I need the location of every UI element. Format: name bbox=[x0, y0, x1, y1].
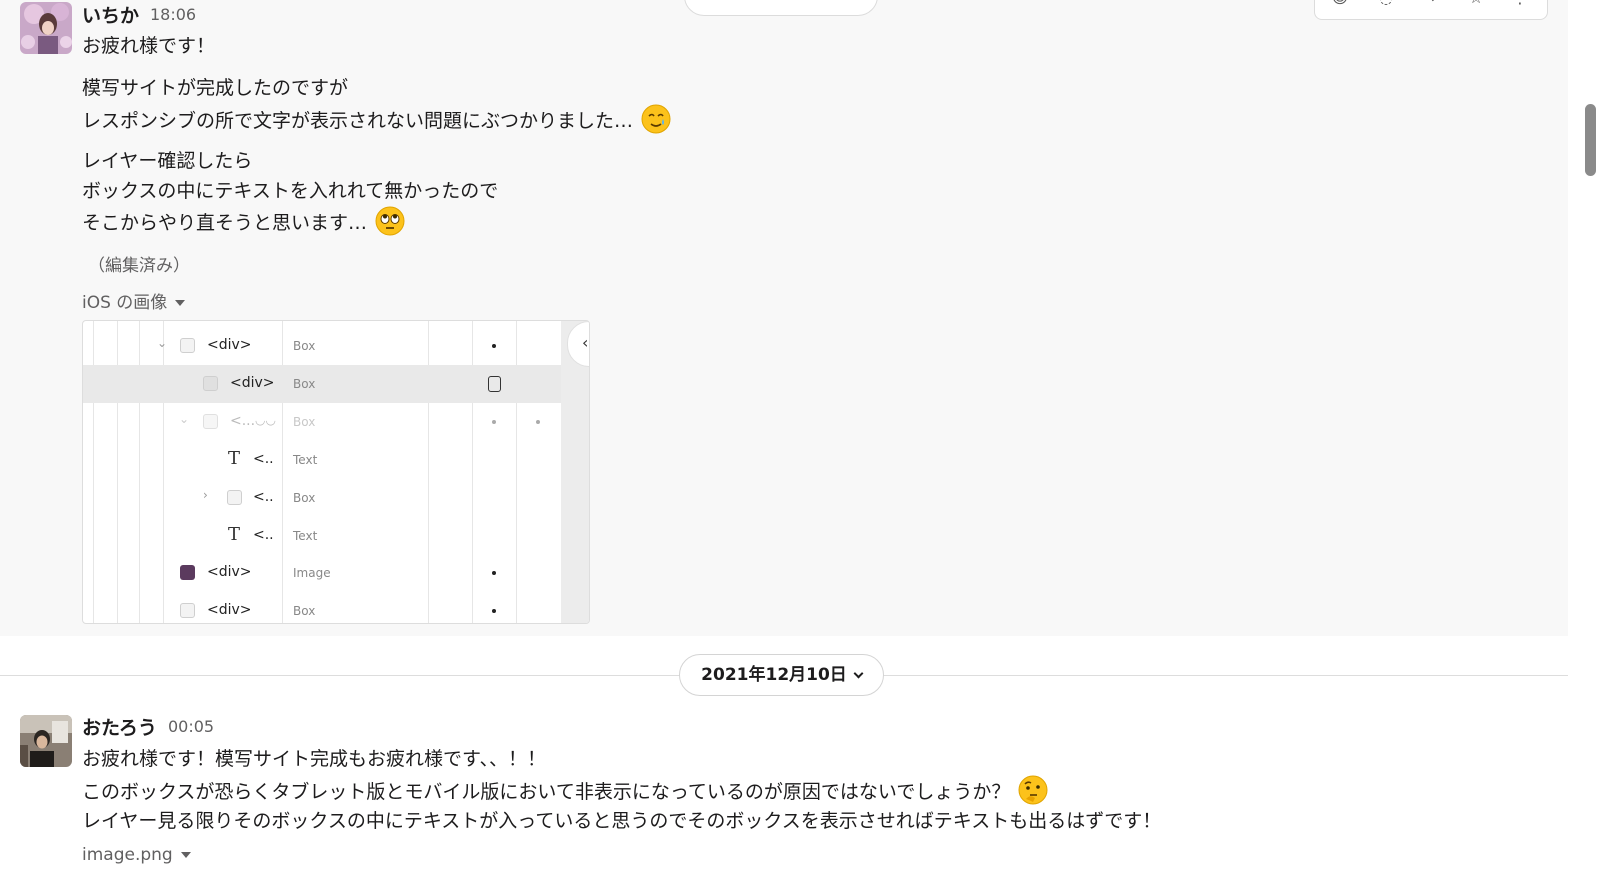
hidden-eye-icon: ◡◡ bbox=[255, 413, 276, 427]
message-timestamp[interactable]: 00:05 bbox=[168, 717, 214, 736]
visibility-dot bbox=[536, 420, 540, 424]
message-line-text: そこからやり直そうと思います… bbox=[82, 212, 368, 234]
caret-down-icon bbox=[175, 300, 186, 306]
image-layer-icon bbox=[180, 565, 195, 580]
message-line-with-emoji: そこからやり直そうと思います… bbox=[82, 206, 405, 236]
chevron-down-icon: ⌄ bbox=[157, 336, 168, 350]
attachment-toggle[interactable]: image.png bbox=[82, 845, 191, 865]
layer-row: ⌄ <div> Box bbox=[83, 327, 561, 365]
layer-type: Image bbox=[293, 566, 331, 580]
message-line-with-emoji: レスポンシブの所で文字が表示されない問題にぶつかりました… bbox=[82, 104, 671, 134]
text-layer-icon: T bbox=[228, 524, 241, 545]
chevron-down-icon bbox=[853, 668, 864, 679]
share-icon[interactable]: ↪ bbox=[1421, 0, 1439, 6]
layer-tag: <.. bbox=[253, 527, 274, 543]
layer-tag: <div> bbox=[230, 375, 275, 391]
message-actions-toolbar: ☺ ◌ ↪ ☆ ⋮ bbox=[1314, 0, 1548, 20]
thinking-face-icon bbox=[1018, 775, 1048, 805]
layer-type: Box bbox=[293, 491, 316, 505]
message-timestamp[interactable]: 18:06 bbox=[150, 5, 196, 24]
layer-row-hidden: ⌄ <... ◡◡ Box bbox=[83, 403, 561, 441]
layer-type: Box bbox=[293, 339, 316, 353]
bookmark-icon[interactable]: ☆ bbox=[1467, 0, 1485, 6]
layer-row: › <.. Box bbox=[83, 479, 561, 517]
visibility-dot bbox=[492, 609, 496, 613]
layer-tag: <.. bbox=[253, 451, 274, 467]
layer-tag: <div> bbox=[207, 564, 252, 580]
message-line: ボックスの中にテキストを入れれて無かったので bbox=[82, 180, 499, 202]
layer-row: T <.. Text bbox=[83, 517, 561, 555]
layer-tag: <... bbox=[230, 413, 256, 429]
date-divider-pill[interactable]: 2021年12月10日 bbox=[679, 654, 884, 696]
caret-down-icon bbox=[180, 852, 191, 858]
attachment-label: iOS の画像 bbox=[82, 293, 168, 313]
visibility-dot bbox=[492, 344, 496, 348]
face-with-rolling-eyes-icon bbox=[375, 206, 405, 236]
date-pill-top[interactable] bbox=[684, 0, 878, 16]
text-layer-icon: T bbox=[228, 448, 241, 469]
message-line: お疲れ様です！模写サイト完成もお疲れ様です、、！！ bbox=[82, 748, 546, 770]
reply-thread-icon[interactable]: ◌ bbox=[1377, 0, 1395, 6]
box-layer-icon bbox=[203, 414, 218, 429]
avatar[interactable] bbox=[20, 2, 72, 54]
chevron-left-icon: ‹ bbox=[582, 333, 589, 352]
layer-type: Box bbox=[293, 377, 316, 391]
layer-row: T <.. Text bbox=[83, 441, 561, 479]
add-reaction-icon[interactable]: ☺ bbox=[1331, 0, 1349, 6]
layer-type: Text bbox=[293, 529, 318, 543]
layer-row-selected: <div> Box bbox=[83, 365, 561, 403]
attachment-label: image.png bbox=[82, 845, 173, 865]
author-name[interactable]: おたろう bbox=[82, 713, 157, 740]
attachment-toggle[interactable]: iOS の画像 bbox=[82, 288, 186, 313]
layer-row: <div> Box bbox=[83, 592, 561, 623]
avatar[interactable] bbox=[20, 715, 72, 767]
scrollbar[interactable] bbox=[1568, 0, 1600, 890]
visibility-dot bbox=[492, 420, 496, 424]
layer-tag: <.. bbox=[253, 489, 274, 505]
visibility-dot bbox=[492, 571, 496, 575]
more-actions-icon[interactable]: ⋮ bbox=[1511, 0, 1529, 6]
chevron-right-icon: › bbox=[203, 488, 208, 502]
message-line-with-emoji: このボックスが恐らくタブレット版とモバイル版において非表示になっているのが原因で… bbox=[82, 775, 1048, 805]
layer-tag: <div> bbox=[207, 602, 252, 618]
message-line-text: このボックスが恐らくタブレット版とモバイル版において非表示になっているのが原因で… bbox=[82, 781, 1011, 803]
layer-tag: <div> bbox=[207, 337, 252, 353]
message-line: レイヤー見る限りそのボックスの中にテキストが入っていると思うのでそのボックスを表… bbox=[82, 810, 1162, 832]
layer-row: <div> Image bbox=[83, 554, 561, 592]
layer-type: Box bbox=[293, 415, 316, 429]
edited-label: （編集済み） bbox=[88, 256, 190, 276]
device-icon bbox=[488, 376, 501, 392]
layer-type: Text bbox=[293, 453, 318, 467]
date-label: 2021年12月10日 bbox=[701, 665, 847, 685]
box-layer-icon bbox=[180, 338, 195, 353]
box-layer-icon bbox=[203, 376, 218, 391]
message-line: 模写サイトが完成したのですが bbox=[82, 77, 349, 99]
chevron-down-icon: ⌄ bbox=[179, 412, 190, 426]
message-line: お疲れ様です！ bbox=[82, 35, 216, 57]
box-layer-icon bbox=[180, 603, 195, 618]
author-name[interactable]: いちか bbox=[82, 1, 139, 28]
scrollbar-thumb[interactable] bbox=[1585, 104, 1596, 176]
message-line-text: レスポンシブの所で文字が表示されない問題にぶつかりました… bbox=[82, 110, 634, 132]
message-line: レイヤー確認したら bbox=[82, 150, 253, 172]
box-layer-icon bbox=[227, 490, 242, 505]
smiling-face-with-tear-icon bbox=[641, 104, 671, 134]
layer-type: Box bbox=[293, 604, 316, 618]
image-attachment[interactable]: ⌄ <div> Box <div> Box ⌄ <... ◡◡ Box T <.… bbox=[82, 320, 590, 624]
